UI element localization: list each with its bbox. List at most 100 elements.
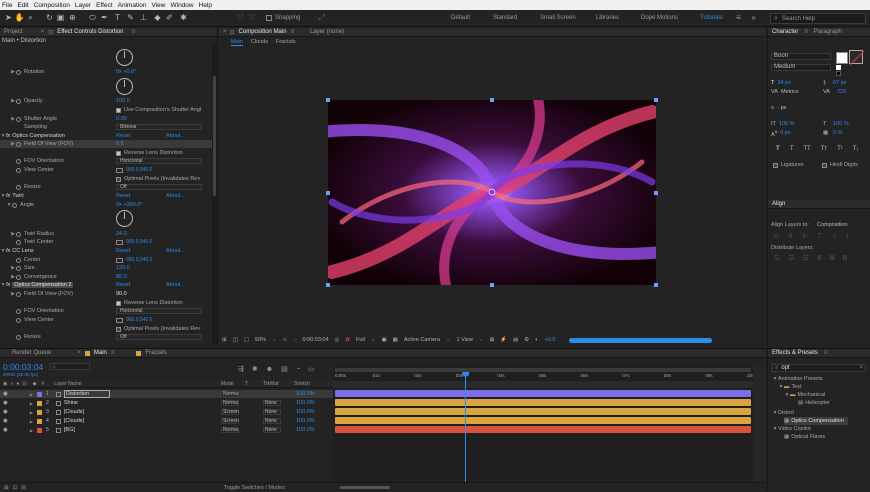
tree-text[interactable]: ▼ ▬ Text <box>778 383 802 391</box>
workspace-small-screen[interactable]: Small Screen <box>540 15 576 21</box>
tab-layer-none[interactable]: Layer (none) <box>306 28 348 37</box>
axis-local-icon[interactable]: ⤧ <box>235 12 246 24</box>
layer-mode-dropdown[interactable]: Screen <box>221 418 239 424</box>
rotation-dial-2[interactable] <box>116 78 133 95</box>
clone-stamp-tool-icon[interactable]: ⊥ <box>138 12 149 24</box>
fx-icon[interactable]: fx <box>6 248 10 254</box>
distribute-right-icon[interactable]: Ⅲ <box>843 254 848 262</box>
shy-layers-icon[interactable]: ☻ <box>266 366 273 373</box>
tree-optics-compensation[interactable]: ▦ Optics Compensation <box>784 417 848 425</box>
handle-mr[interactable] <box>654 191 658 195</box>
center-value[interactable]: 960.0,540.0 <box>116 257 152 263</box>
clear-search-icon[interactable]: × <box>859 365 863 371</box>
tab-render-queue[interactable]: Render Queue <box>8 349 55 358</box>
audio-switch-icon[interactable]: ◖ <box>10 381 13 387</box>
tree-mechanical[interactable]: ▼ ▬ Mechanical <box>784 391 826 399</box>
twirl-about[interactable]: About... <box>166 193 185 199</box>
kerning-value[interactable]: Metrics <box>781 89 799 95</box>
effects-search-field[interactable]: ⌕ opt × <box>772 364 866 372</box>
tracking-value[interactable]: 720 <box>837 89 846 95</box>
layer-stretch-value[interactable]: 100.0% <box>296 391 315 397</box>
fx-icon[interactable]: fx <box>6 282 10 288</box>
rotate-tool-icon[interactable]: ↻ <box>44 12 55 24</box>
baseline-shift-value[interactable]: 0 px <box>780 130 790 136</box>
menu-window[interactable]: Window <box>171 2 194 9</box>
twirl-reset[interactable]: Reset <box>116 193 130 199</box>
layer-name[interactable]: Shine <box>64 400 78 406</box>
menu-composition[interactable]: Composition <box>34 2 70 9</box>
layer-stretch-value[interactable]: 100.0% <box>296 400 315 406</box>
font-style-dropdown[interactable]: Medium <box>771 64 831 71</box>
pixel-aspect-icon[interactable]: ⊠ <box>490 337 495 343</box>
layer-mode-dropdown[interactable]: Screen <box>221 409 239 415</box>
subtab-main[interactable]: Main <box>231 39 243 46</box>
menu-edit[interactable]: Edit <box>17 2 28 9</box>
timeline-icon[interactable]: ▤ <box>513 337 518 343</box>
fast-previews-icon[interactable]: ⚡ <box>500 337 507 343</box>
crosshair-icon[interactable] <box>116 257 123 263</box>
label-color-icon[interactable] <box>36 427 42 433</box>
stopwatch-icon[interactable] <box>16 141 21 147</box>
exposure-value[interactable]: +0.0 <box>545 337 556 343</box>
panel-menu-icon[interactable]: ≡ <box>804 29 808 35</box>
expand-time-icon[interactable]: ⊟ <box>21 485 26 491</box>
close-icon[interactable]: × <box>223 29 227 35</box>
eye-icon[interactable]: ◉ <box>3 400 8 406</box>
fov-orient2-dropdown[interactable]: Horizontal <box>116 308 202 314</box>
handle-br[interactable] <box>654 283 658 287</box>
label-color-icon[interactable] <box>36 409 42 415</box>
reverse2-checkbox[interactable] <box>116 300 121 306</box>
solo-switch-icon[interactable]: ● <box>16 381 19 387</box>
layer-duration-bar[interactable] <box>335 426 751 433</box>
stopwatch-icon[interactable] <box>16 69 21 75</box>
stopwatch-icon[interactable] <box>16 308 21 314</box>
layer-trkmat-dropdown[interactable]: None <box>263 418 281 424</box>
panel-menu-icon[interactable]: ≡ <box>131 29 135 35</box>
reverse1-checkbox[interactable] <box>116 150 121 156</box>
flowchart-icon[interactable]: ⚙ <box>524 337 529 343</box>
lock-switch-icon[interactable]: ⊡ <box>22 381 26 387</box>
axis-world-icon[interactable]: ⤧ <box>247 12 258 24</box>
layer-duration-bar[interactable] <box>335 399 751 406</box>
transparency-grid-icon[interactable]: ▦ <box>393 337 398 343</box>
always-preview-icon[interactable]: ⊞ <box>222 337 227 343</box>
hindi-digits-checkbox[interactable] <box>822 162 827 168</box>
layer-stretch-value[interactable]: 100.0% <box>296 427 315 433</box>
sampling-dropdown[interactable]: Bilinear <box>116 124 202 130</box>
channel-icon[interactable]: ✿ <box>345 337 350 343</box>
workspace-standard[interactable]: Standard <box>493 15 517 21</box>
comp-flow-icon[interactable]: ⇶ <box>238 365 244 373</box>
table-row[interactable]: ◉ ▶ 4 [Clouds] Screen None 100.0% <box>0 417 333 425</box>
chevron-down-icon[interactable]: ⌄ <box>446 337 451 343</box>
align-left-icon[interactable]: ⊫ <box>774 232 780 240</box>
twirl-down-icon[interactable]: ▶ <box>30 428 33 433</box>
tab-effect-controls[interactable]: Effect Controls Distortion <box>53 28 127 37</box>
label-color-icon[interactable] <box>36 418 42 424</box>
puppet-tool-icon[interactable]: ✱ <box>178 12 189 24</box>
fill-color-swatch[interactable] <box>836 52 848 64</box>
optics2-about[interactable]: About... <box>166 282 185 288</box>
opacity-value[interactable]: 100.0 <box>116 98 130 104</box>
layer-stretch-value[interactable]: 100.0% <box>296 409 315 415</box>
search-help-field[interactable]: ⌕ Search Help <box>770 13 866 24</box>
close-icon[interactable]: × <box>41 29 45 35</box>
motion-blur-icon[interactable]: ◔ <box>296 366 300 373</box>
faux-italic-button[interactable]: T <box>790 146 794 152</box>
fx-icon[interactable]: fx <box>6 193 10 199</box>
stroke-color-swatch[interactable] <box>849 50 865 66</box>
time-ruler[interactable]: 0:00s 01s 02s 03s 04s 05s 06s 07s 08s 09s 10s <box>333 373 754 381</box>
camera-tool-icon[interactable]: ▣ <box>55 12 66 24</box>
handle-ml[interactable] <box>326 191 330 195</box>
ligatures-checkbox[interactable] <box>773 162 778 168</box>
twirl-down-icon[interactable]: ▶ <box>30 410 33 415</box>
stopwatch-icon[interactable] <box>16 334 21 340</box>
stopwatch-icon[interactable] <box>12 202 17 208</box>
convergence-value[interactable]: 85.0 <box>116 274 127 280</box>
expand-transform-icon[interactable]: ⊞ <box>4 485 9 491</box>
table-row[interactable]: ◉ ▶ 2 Shine Norma None 100.0% <box>0 399 333 407</box>
twirl-down-icon[interactable]: ▶ <box>30 392 33 397</box>
use-comp-shutter-checkbox[interactable] <box>116 107 121 113</box>
align-to-dropdown[interactable]: Composition <box>817 222 848 228</box>
mask-icon[interactable]: ◌ <box>293 337 296 343</box>
layer-mode-dropdown[interactable]: Norma <box>221 427 239 433</box>
